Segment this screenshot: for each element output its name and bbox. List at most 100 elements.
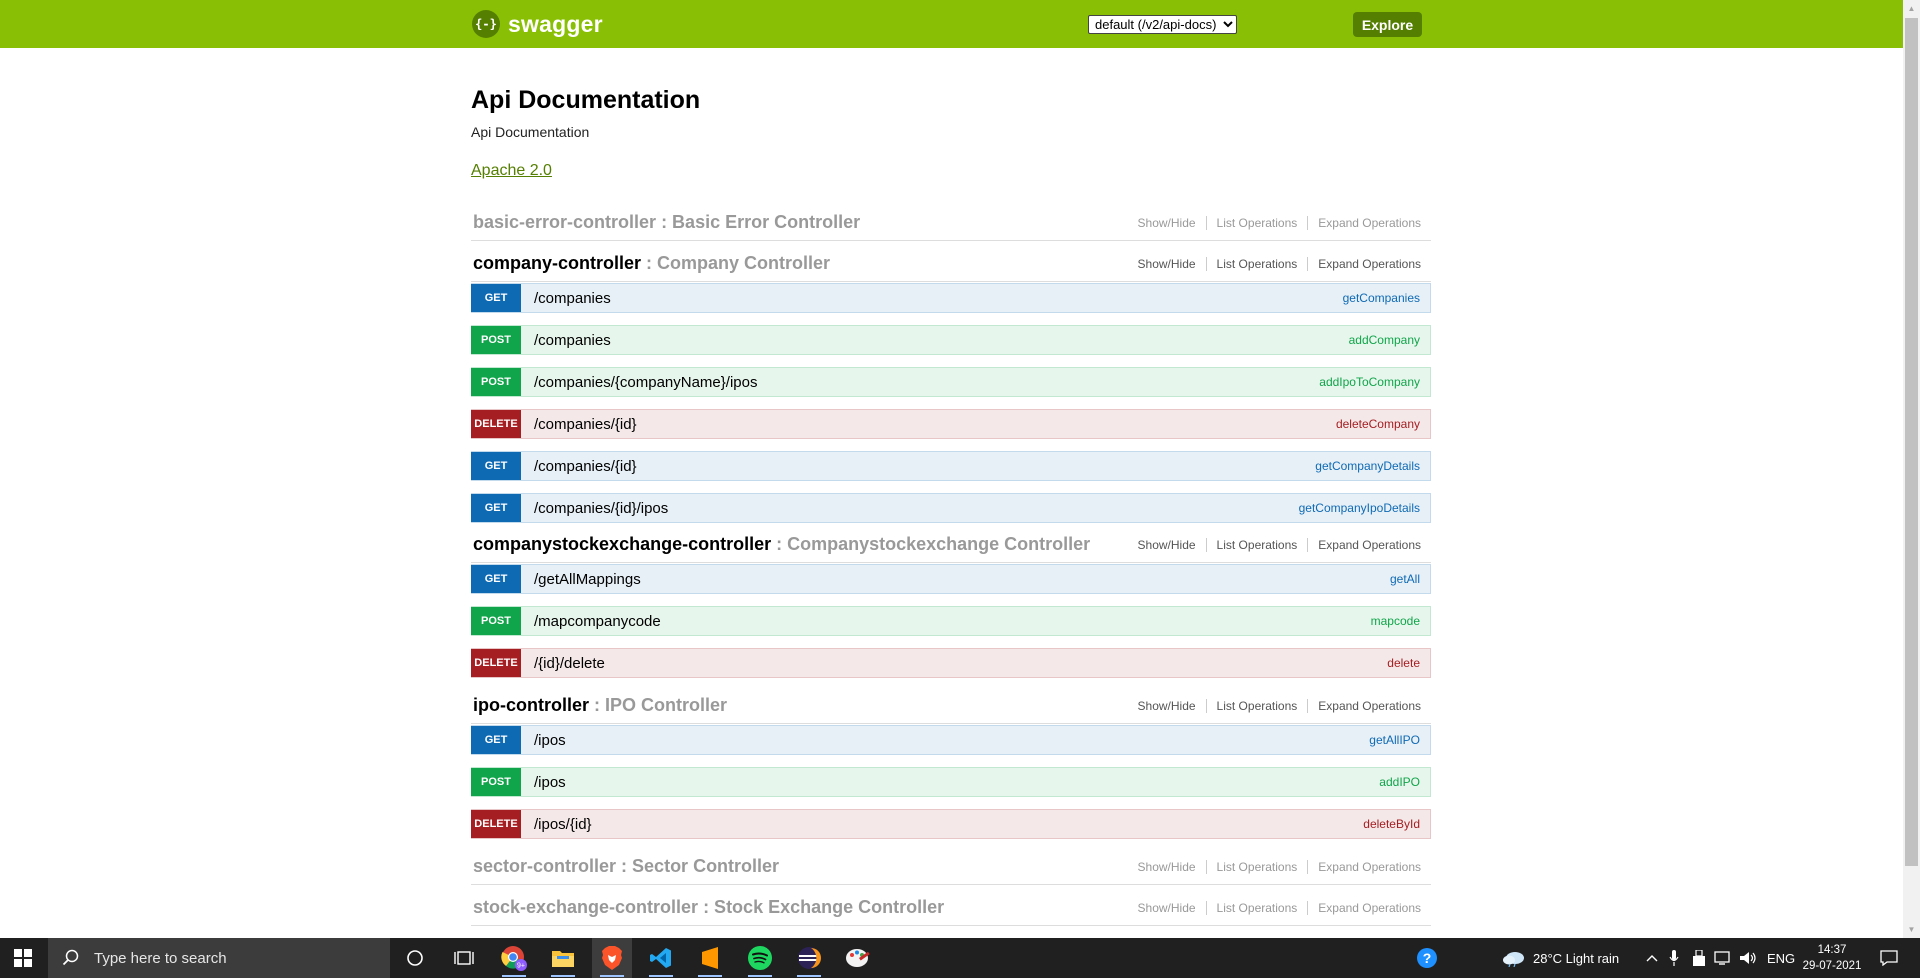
operation-row[interactable]: GET/getAllMappings getAll	[471, 564, 1431, 594]
show-hide-link[interactable]: Show/Hide	[1128, 538, 1206, 552]
vscode-icon[interactable]	[641, 938, 681, 978]
windows-start-icon[interactable]	[0, 938, 46, 978]
help-icon[interactable]: ?	[1411, 938, 1443, 978]
license-link[interactable]: Apache 2.0	[471, 162, 552, 180]
operation-row[interactable]: DELETE/ipos/{id} deleteById	[471, 809, 1431, 839]
operation-nickname[interactable]: addCompany	[1349, 333, 1420, 347]
resource-name[interactable]: sector-controller	[473, 856, 616, 876]
operation-path[interactable]: /companies/{id}/ipos	[534, 500, 668, 517]
operation-path[interactable]: /companies/{companyName}/ipos	[534, 374, 757, 391]
list-operations-link[interactable]: List Operations	[1205, 257, 1308, 271]
operation-row[interactable]: GET/companies/{id} getCompanyDetails	[471, 451, 1431, 481]
operation-path[interactable]: /ipos/{id}	[534, 816, 592, 833]
operation-nickname[interactable]: mapcode	[1371, 614, 1420, 628]
resource-name[interactable]: stock-exchange-controller	[473, 897, 698, 917]
operation-nickname[interactable]: getCompanyIpoDetails	[1299, 501, 1420, 515]
list-operations-link[interactable]: List Operations	[1205, 538, 1308, 552]
brave-icon[interactable]	[592, 938, 632, 978]
api-definition-select[interactable]: default (/v2/api-docs)	[1088, 15, 1237, 34]
operation-path[interactable]: /ipos	[534, 774, 566, 791]
cortana-icon[interactable]	[395, 938, 435, 978]
operation-row[interactable]: POST/ipos addIPO	[471, 767, 1431, 797]
operation-path[interactable]: /companies	[534, 332, 611, 349]
scroll-down-arrow-icon[interactable]: ▼	[1903, 921, 1920, 938]
operation-nickname[interactable]: delete	[1387, 656, 1420, 670]
http-method-badge[interactable]: GET	[471, 451, 521, 480]
system-clock[interactable]: 14:37 29-07-2021	[1796, 942, 1868, 974]
operation-nickname[interactable]: deleteById	[1363, 817, 1420, 831]
operation-row[interactable]: DELETE/companies/{id} deleteCompany	[471, 409, 1431, 439]
expand-operations-link[interactable]: Expand Operations	[1307, 257, 1421, 271]
http-method-badge[interactable]: POST	[471, 606, 521, 635]
operation-nickname[interactable]: getCompanies	[1343, 291, 1420, 305]
chevron-up-icon[interactable]	[1643, 938, 1661, 978]
operation-nickname[interactable]: deleteCompany	[1336, 417, 1420, 431]
explore-button[interactable]: Explore	[1353, 12, 1422, 37]
http-method-badge[interactable]: GET	[471, 725, 521, 754]
http-method-badge[interactable]: POST	[471, 325, 521, 354]
sublime-text-icon[interactable]	[690, 938, 730, 978]
taskbar-search-box[interactable]: Type here to search	[48, 938, 390, 978]
http-method-badge[interactable]: GET	[471, 283, 521, 312]
operation-nickname[interactable]: getAll	[1390, 572, 1420, 586]
http-method-badge[interactable]: POST	[471, 367, 521, 396]
operation-row[interactable]: GET/ipos getAllIPO	[471, 725, 1431, 755]
operation-row[interactable]: GET/companies getCompanies	[471, 283, 1431, 313]
operation-row[interactable]: POST/mapcompanycode mapcode	[471, 606, 1431, 636]
operation-row[interactable]: POST/companies/{companyName}/ipos addIpoT…	[471, 367, 1431, 397]
paint-icon[interactable]	[838, 938, 878, 978]
resource-name[interactable]: ipo-controller	[473, 695, 589, 715]
operation-path[interactable]: /{id}/delete	[534, 655, 605, 672]
expand-operations-link[interactable]: Expand Operations	[1307, 699, 1421, 713]
task-view-icon[interactable]	[444, 938, 484, 978]
resource-title[interactable]: ipo-controller : IPO Controller	[473, 695, 727, 716]
resource-description[interactable]: : Sector Controller	[616, 856, 779, 876]
show-hide-link[interactable]: Show/Hide	[1128, 257, 1206, 271]
scrollbar-thumb[interactable]	[1905, 18, 1918, 866]
operation-row[interactable]: DELETE /{id}/delete delete	[471, 648, 1431, 678]
expand-operations-link[interactable]: Expand Operations	[1307, 538, 1421, 552]
resource-name[interactable]: company-controller	[473, 253, 641, 273]
operation-nickname[interactable]: addIpoToCompany	[1319, 375, 1420, 389]
resource-description[interactable]: : IPO Controller	[589, 695, 727, 715]
expand-operations-link[interactable]: Expand Operations	[1307, 216, 1421, 230]
http-method-badge[interactable]: DELETE	[471, 809, 521, 838]
resource-description[interactable]: : Basic Error Controller	[656, 212, 860, 232]
language-indicator[interactable]: ENG	[1767, 938, 1795, 978]
resource-name[interactable]: basic-error-controller	[473, 212, 656, 232]
expand-operations-link[interactable]: Expand Operations	[1307, 901, 1421, 915]
chrome-icon[interactable]: 9+	[494, 938, 534, 978]
resource-name[interactable]: companystockexchange-controller	[473, 534, 771, 554]
resource-title[interactable]: stock-exchange-controller : Stock Exchan…	[473, 897, 944, 918]
swagger-logo[interactable]: {-} swagger	[472, 10, 603, 38]
http-method-badge[interactable]: DELETE	[471, 648, 521, 677]
operation-path[interactable]: /companies	[534, 290, 611, 307]
weather-text[interactable]: 28°C Light rain	[1533, 938, 1619, 978]
operation-path[interactable]: /companies/{id}	[534, 416, 637, 433]
operation-path[interactable]: /getAllMappings	[534, 571, 641, 588]
list-operations-link[interactable]: List Operations	[1205, 901, 1308, 915]
operation-row[interactable]: GET/companies/{id}/ipos getCompanyIpoDeta…	[471, 493, 1431, 523]
list-operations-link[interactable]: List Operations	[1205, 216, 1308, 230]
operation-nickname[interactable]: getAllIPO	[1369, 733, 1420, 747]
resource-description[interactable]: : Stock Exchange Controller	[698, 897, 944, 917]
notification-icon[interactable]	[1874, 938, 1904, 978]
operation-nickname[interactable]: getCompanyDetails	[1315, 459, 1420, 473]
list-operations-link[interactable]: List Operations	[1205, 699, 1308, 713]
page-scrollbar[interactable]: ▲ ▼	[1903, 0, 1920, 938]
speaker-icon[interactable]	[1737, 938, 1759, 978]
operation-nickname[interactable]: addIPO	[1379, 775, 1420, 789]
show-hide-link[interactable]: Show/Hide	[1128, 699, 1206, 713]
resource-title[interactable]: companystockexchange-controller : Compan…	[473, 534, 1090, 555]
usb-device-icon[interactable]	[1688, 938, 1710, 978]
operation-path[interactable]: /mapcompanycode	[534, 613, 661, 630]
list-operations-link[interactable]: List Operations	[1205, 860, 1308, 874]
expand-operations-link[interactable]: Expand Operations	[1307, 860, 1421, 874]
resource-title[interactable]: company-controller : Company Controller	[473, 253, 830, 274]
show-hide-link[interactable]: Show/Hide	[1128, 216, 1206, 230]
operation-row[interactable]: POST/companies addCompany	[471, 325, 1431, 355]
spotify-icon[interactable]	[740, 938, 780, 978]
microphone-icon[interactable]	[1665, 938, 1683, 978]
resource-title[interactable]: sector-controller : Sector Controller	[473, 856, 779, 877]
file-explorer-icon[interactable]	[543, 938, 583, 978]
